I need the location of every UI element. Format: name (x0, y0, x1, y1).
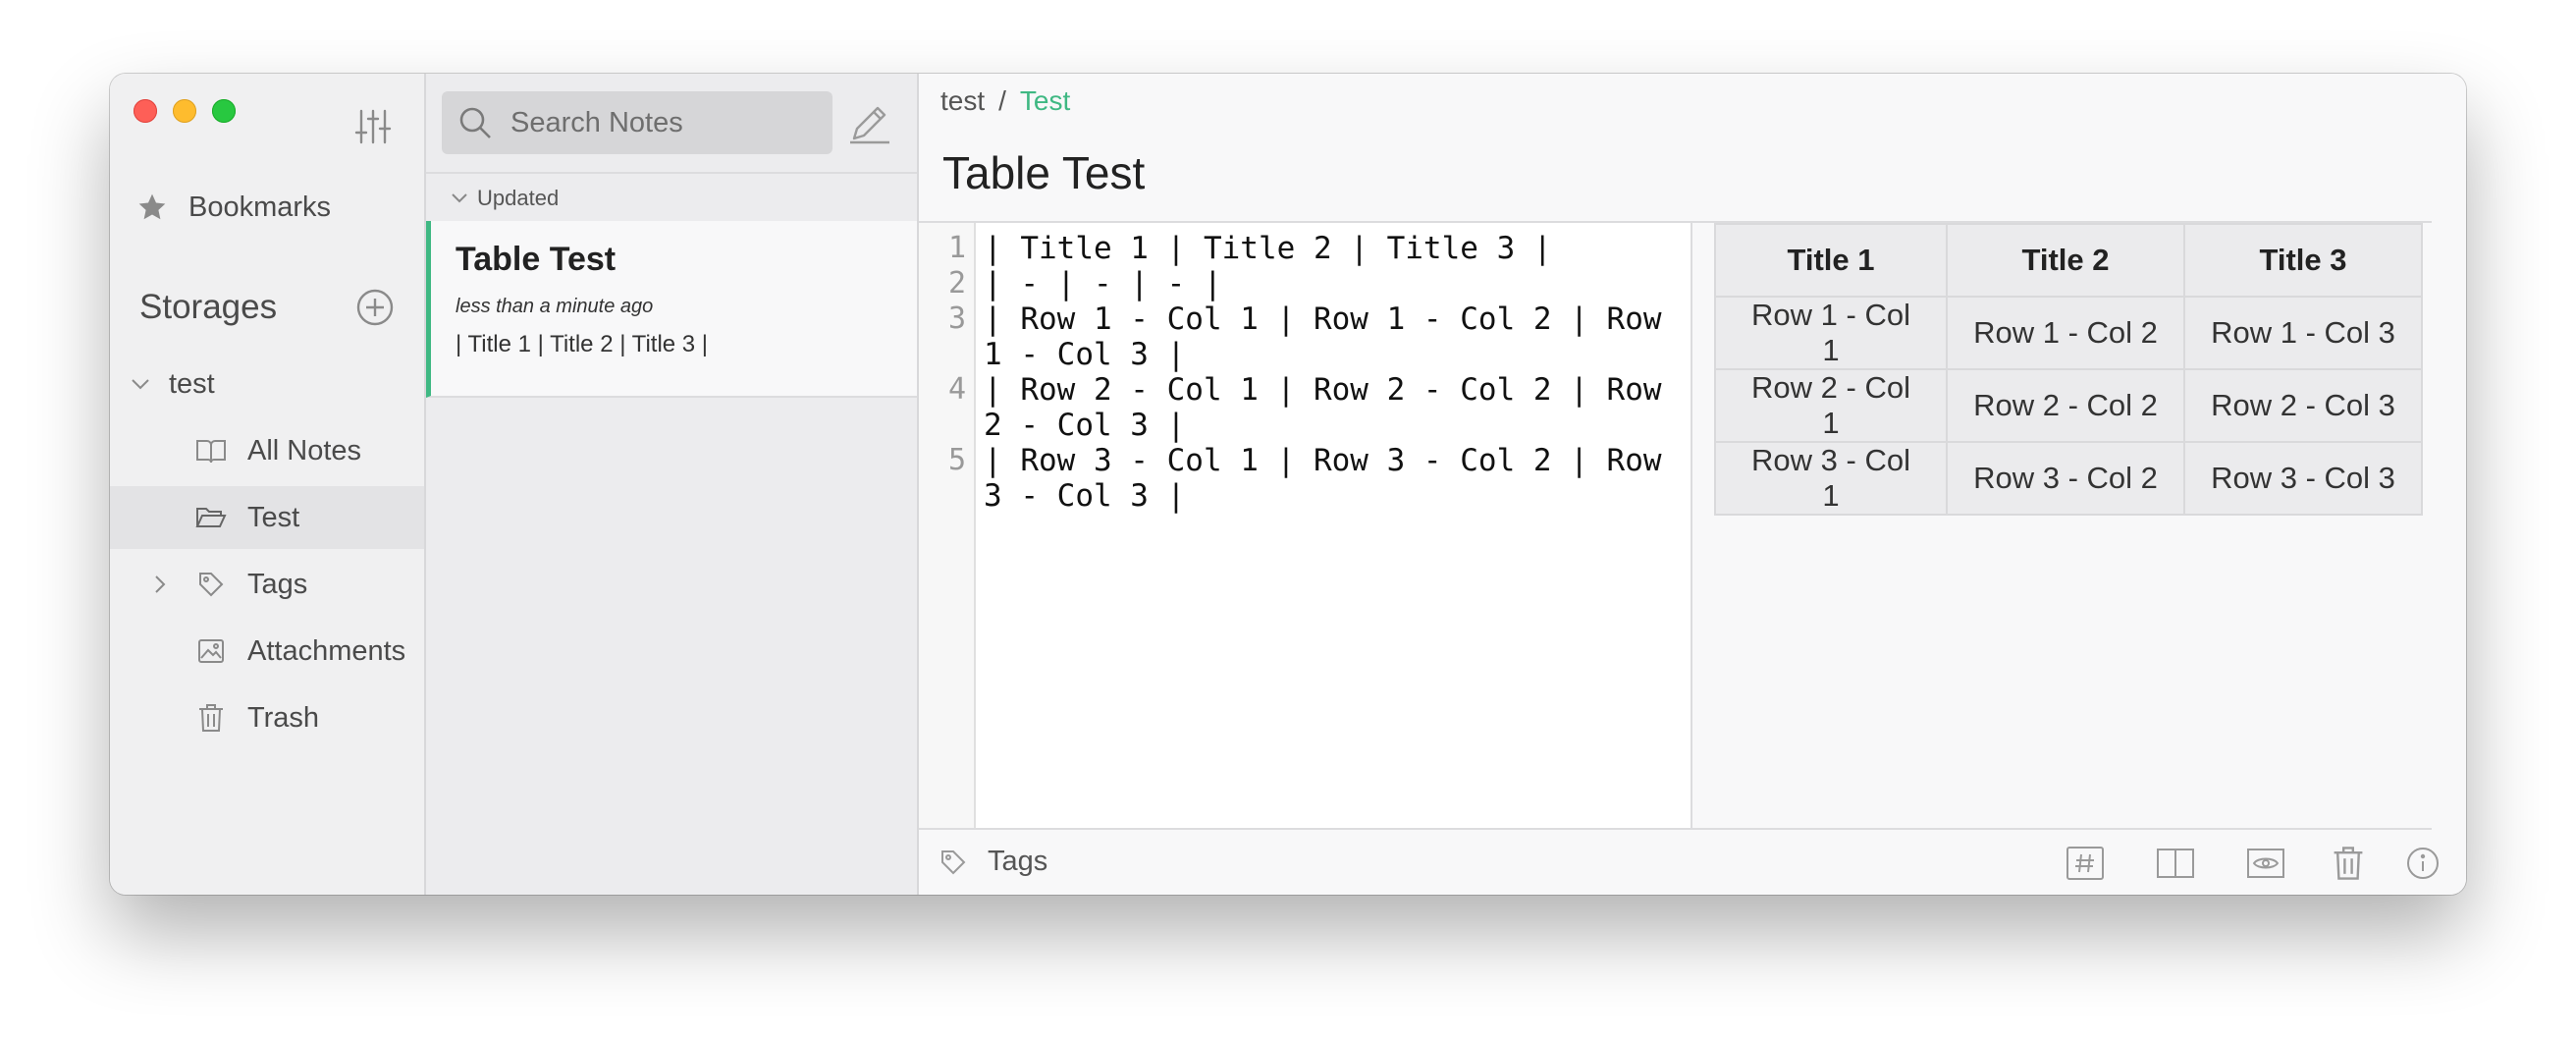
line-number: 5 (947, 443, 966, 477)
line-number: 1 (947, 231, 966, 265)
sidebar-item-all-notes[interactable]: All Notes (110, 419, 424, 482)
line-number-gutter: 1 2 3 4 5 (919, 223, 976, 830)
note-list: Updated Table Test less than a minute ag… (426, 74, 919, 895)
preview-table: Title 1 Title 2 Title 3 Row 1 - Col 1 Ro… (1714, 223, 2423, 516)
breadcrumb-storage[interactable]: test (940, 85, 985, 117)
sliders-icon (354, 109, 392, 144)
chevron-down-icon (124, 367, 157, 401)
sidebar-item-attachments[interactable]: Attachments (110, 620, 424, 683)
markdown-editor[interactable]: 1 2 3 4 5 | Title 1 | Title 2 | Title 3 … (919, 223, 1692, 830)
search-box[interactable] (442, 91, 832, 154)
table-row: Row 3 - Col 1 Row 3 - Col 2 Row 3 - Col … (1714, 441, 2423, 516)
bookmarks-label: Bookmarks (188, 191, 332, 223)
line-number: 3 (947, 301, 966, 336)
pencil-icon (850, 106, 889, 144)
table-header-row: Title 1 Title 2 Title 3 (1714, 223, 2423, 298)
info-button[interactable] (2405, 846, 2441, 881)
table-row: Row 2 - Col 1 Row 2 - Col 2 Row 2 - Col … (1714, 368, 2423, 443)
tag-icon (194, 568, 228, 601)
table-header-cell: Title 3 (2183, 223, 2423, 298)
sidebar-item-label: Test (247, 501, 300, 533)
columns-icon (2157, 849, 2194, 878)
minimize-window-button[interactable] (173, 99, 196, 123)
table-cell: Row 3 - Col 1 (1714, 441, 1948, 516)
table-header-cell: Title 2 (1946, 223, 2185, 298)
preferences-button[interactable] (353, 107, 393, 146)
table-cell: Row 2 - Col 3 (2183, 368, 2423, 443)
hash-icon (2066, 847, 2104, 880)
status-bar: Tags (919, 828, 2439, 895)
split-view-button[interactable] (2156, 846, 2195, 881)
new-note-button[interactable] (846, 99, 893, 146)
table-row: Row 1 - Col 1 Row 1 - Col 2 Row 1 - Col … (1714, 296, 2423, 370)
sidebar-item-label: Trash (247, 701, 320, 734)
code-line: | Row 2 - Col 1 | Row 2 - Col 2 | Row 2 … (984, 372, 1681, 443)
close-window-button[interactable] (134, 99, 157, 123)
table-cell: Row 2 - Col 2 (1946, 368, 2185, 443)
table-cell: Row 2 - Col 1 (1714, 368, 1948, 443)
sort-label: Updated (477, 186, 560, 210)
table-cell: Row 3 - Col 2 (1946, 441, 2185, 516)
storage-name: test (169, 367, 215, 400)
tag-icon (939, 848, 968, 877)
sidebar: Bookmarks Storages test All Notes Test T… (110, 74, 426, 895)
note-preview: | Title 1 | Title 2 | Title 3 | (456, 331, 709, 357)
code-line: | - | - | - | (984, 266, 1222, 301)
search-icon (457, 105, 493, 140)
table-cell: Row 1 - Col 1 (1714, 296, 1948, 370)
sidebar-item-trash[interactable]: Trash (110, 686, 424, 749)
breadcrumb: test / Test (940, 85, 1070, 117)
note-title: Table Test (456, 241, 617, 278)
storages-title: Storages (139, 288, 278, 326)
note-title-heading[interactable]: Table Test (942, 146, 1145, 199)
chevron-right-icon (143, 568, 177, 601)
plus-circle-icon (356, 289, 394, 326)
sidebar-item-bookmarks[interactable]: Bookmarks (110, 176, 424, 239)
sidebar-item-label: Tags (247, 568, 308, 600)
note-timestamp: less than a minute ago (456, 296, 654, 317)
code-line: | Title 1 | Title 2 | Title 3 | (984, 231, 1552, 266)
line-number: 4 (947, 372, 966, 407)
info-icon (2407, 848, 2439, 879)
chevron-down-icon (450, 188, 469, 207)
line-number: 2 (947, 266, 966, 301)
table-cell: Row 1 - Col 2 (1946, 296, 2185, 370)
search-input[interactable] (509, 105, 827, 140)
markdown-preview: Title 1 Title 2 Title 3 Row 1 - Col 1 Ro… (1692, 223, 2432, 830)
sidebar-item-label: Attachments (247, 634, 406, 667)
toc-button[interactable] (2066, 846, 2105, 881)
star-icon (135, 191, 169, 224)
breadcrumb-folder[interactable]: Test (1020, 85, 1070, 117)
eye-icon (2247, 849, 2284, 878)
sidebar-item-label: All Notes (247, 434, 362, 466)
maximize-window-button[interactable] (212, 99, 236, 123)
add-storage-button[interactable] (355, 288, 395, 327)
trash-icon (2334, 847, 2363, 880)
breadcrumb-separator: / (998, 85, 1006, 116)
book-icon (194, 434, 228, 467)
note-item[interactable]: Table Test less than a minute ago | Titl… (426, 221, 917, 398)
table-header-cell: Title 1 (1714, 223, 1948, 298)
tags-input[interactable]: Tags (988, 846, 1047, 878)
app-window: Bookmarks Storages test All Notes Test T… (110, 74, 2466, 895)
sidebar-item-test[interactable]: Test (110, 486, 424, 549)
note-detail: test / Test Table Test 1 2 3 4 5 | Title… (919, 74, 2466, 895)
sidebar-item-tags[interactable]: Tags (110, 553, 424, 616)
image-icon (194, 634, 228, 668)
folder-open-icon (194, 501, 228, 534)
trash-icon (194, 701, 228, 735)
delete-note-button[interactable] (2331, 846, 2370, 881)
window-controls (134, 99, 236, 123)
table-cell: Row 3 - Col 3 (2183, 441, 2423, 516)
table-cell: Row 1 - Col 3 (2183, 296, 2423, 370)
code-line: | Row 3 - Col 1 | Row 3 - Col 2 | Row 3 … (984, 443, 1681, 514)
storage-test[interactable]: test (110, 353, 424, 415)
preview-mode-button[interactable] (2246, 846, 2285, 881)
code-area[interactable]: | Title 1 | Title 2 | Title 3 | | - | - … (976, 223, 1690, 830)
split-panes: 1 2 3 4 5 | Title 1 | Title 2 | Title 3 … (919, 221, 2432, 830)
sort-selector[interactable]: Updated (426, 172, 917, 223)
code-line: | Row 1 - Col 1 | Row 1 - Col 2 | Row 1 … (984, 301, 1681, 372)
